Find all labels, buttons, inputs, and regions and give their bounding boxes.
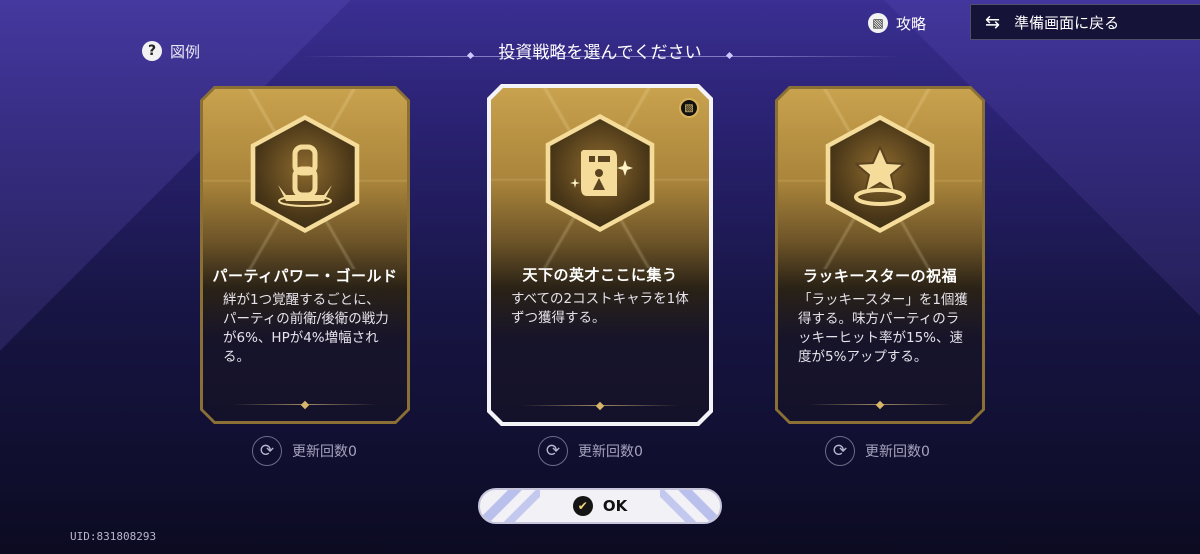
card-title: 天下の英才ここに集う	[522, 266, 678, 284]
card-body: パーティパワー・ゴールド 絆が1つ覚醒するごとに、パーティの前衛/後衛の戦力が6…	[203, 89, 407, 421]
card-icon-frame	[541, 114, 659, 232]
title-divider-dot	[725, 51, 734, 60]
card-foot-dot	[876, 401, 884, 409]
strategy-button[interactable]: ▧ 攻略	[868, 12, 926, 34]
ok-button[interactable]: ✔ OK	[478, 488, 722, 524]
back-label: 準備画面に戻る	[1014, 13, 1120, 32]
guide-button[interactable]: ? 図例	[142, 40, 200, 62]
card-body: ラッキースターの祝福 「ラッキースター」を1個獲得する。味方パーティのラッキーヒ…	[778, 89, 982, 421]
uid-label: UID:831808293	[70, 530, 157, 543]
lucky-star-icon	[845, 139, 915, 209]
refresh-button[interactable]: ⟳ 更新回数0	[538, 436, 643, 466]
strategy-card-lucky-star-blessing[interactable]: ラッキースターの祝福 「ラッキースター」を1個獲得する。味方パーティのラッキーヒ…	[775, 86, 985, 424]
card-foot-dot	[596, 402, 604, 410]
strategy-book-icon: ▧	[868, 13, 888, 33]
refresh-icon: ⟳	[538, 436, 568, 466]
refresh-icon: ⟳	[252, 436, 282, 466]
genius-scroll-icon	[565, 138, 635, 208]
refresh-button[interactable]: ⟳ 更新回数0	[252, 436, 357, 466]
gold-chain-emblem-icon	[270, 139, 340, 209]
card-title: ラッキースターの祝福	[802, 267, 958, 285]
card-description: 絆が1つ覚醒するごとに、パーティの前衛/後衛の戦力が6%、HPが4%増幅される。	[223, 292, 389, 365]
refresh-icon: ⟳	[825, 436, 855, 466]
page-title: 投資戦略を選んでください	[498, 42, 702, 63]
card-description: すべての2コストキャラを1体ずつ獲得する。	[511, 291, 689, 326]
refresh-count-label: 更新回数0	[292, 444, 357, 460]
help-icon: ?	[142, 41, 162, 61]
card-foot-dot	[301, 401, 309, 409]
swap-arrows-icon: ⇆	[985, 11, 1001, 33]
card-icon-frame	[821, 115, 939, 233]
back-to-prep-button[interactable]: ⇆ 準備画面に戻る	[970, 4, 1200, 40]
page-title-wrap: 投資戦略を選んでください	[300, 38, 900, 63]
strategy-card-genius-gathering[interactable]: ▧ 天下の英才ここに集う すべての2コストキャラを1体ずつ獲得する。	[487, 84, 713, 426]
card-description: 「ラッキースター」を1個獲得する。味方パーティのラッキーヒット率が15%、速度が…	[798, 292, 968, 365]
strategy-card-party-power-gold[interactable]: パーティパワー・ゴールド 絆が1つ覚醒するごとに、パーティの前衛/後衛の戦力が6…	[200, 86, 410, 424]
refresh-count-label: 更新回数0	[865, 444, 930, 460]
ok-label: OK	[602, 497, 628, 515]
guide-label: 図例	[170, 42, 201, 61]
book-badge-icon: ▧	[679, 98, 699, 118]
refresh-button[interactable]: ⟳ 更新回数0	[825, 436, 930, 466]
card-body: ▧ 天下の英才ここに集う すべての2コストキャラを1体ずつ獲得する。	[491, 88, 709, 422]
card-icon-frame	[246, 115, 364, 233]
title-divider-dot	[466, 51, 475, 60]
refresh-count-label: 更新回数0	[578, 444, 643, 460]
card-title: パーティパワー・ゴールド	[212, 267, 398, 285]
check-icon: ✔	[572, 496, 593, 516]
strategy-label: 攻略	[896, 14, 927, 33]
